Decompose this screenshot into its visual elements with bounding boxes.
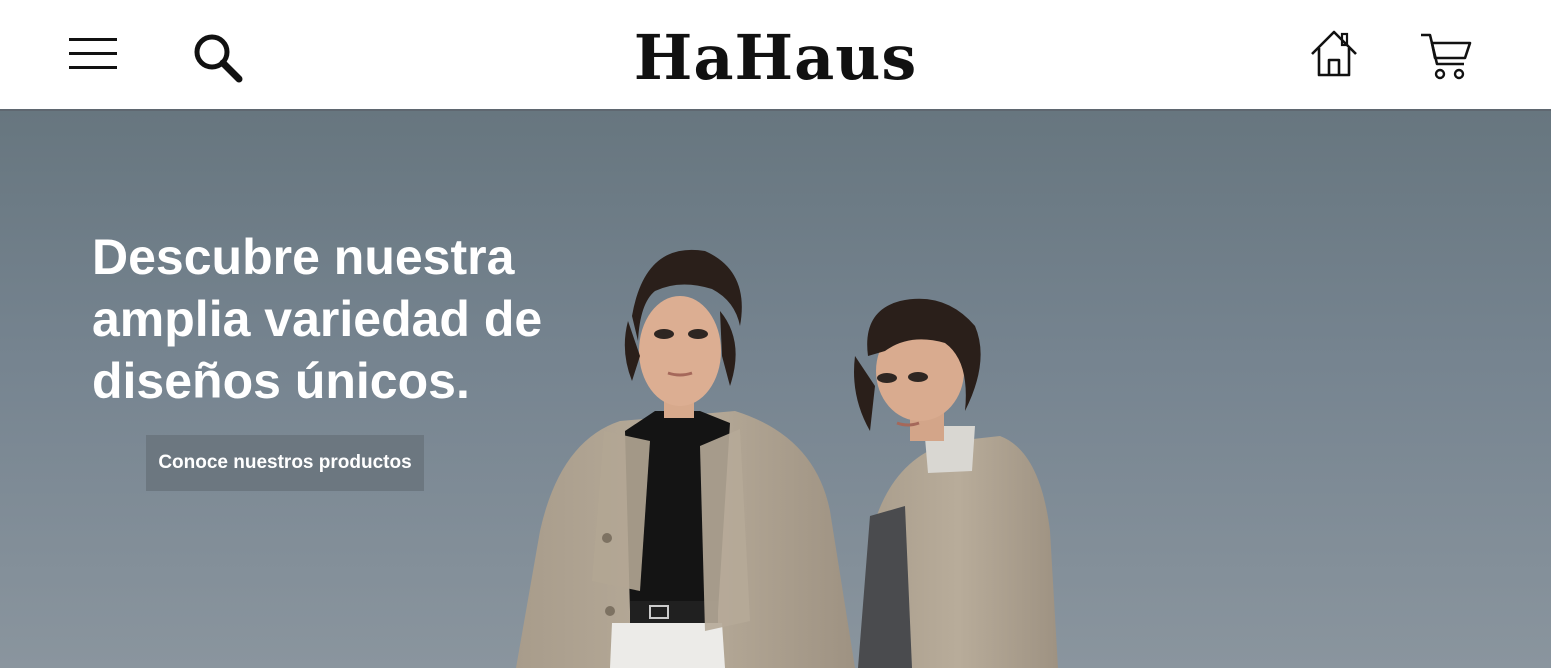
model-right [854,298,1058,668]
hero-banner: Descubre nuestra amplia variedad de dise… [0,111,1551,668]
site-header: HaHaus [0,0,1551,111]
cart-icon[interactable] [1418,30,1474,82]
hero-title: Descubre nuestra amplia variedad de dise… [92,229,543,409]
shop-products-button[interactable]: Conoce nuestros productos [146,435,424,491]
home-icon[interactable] [1308,27,1360,79]
